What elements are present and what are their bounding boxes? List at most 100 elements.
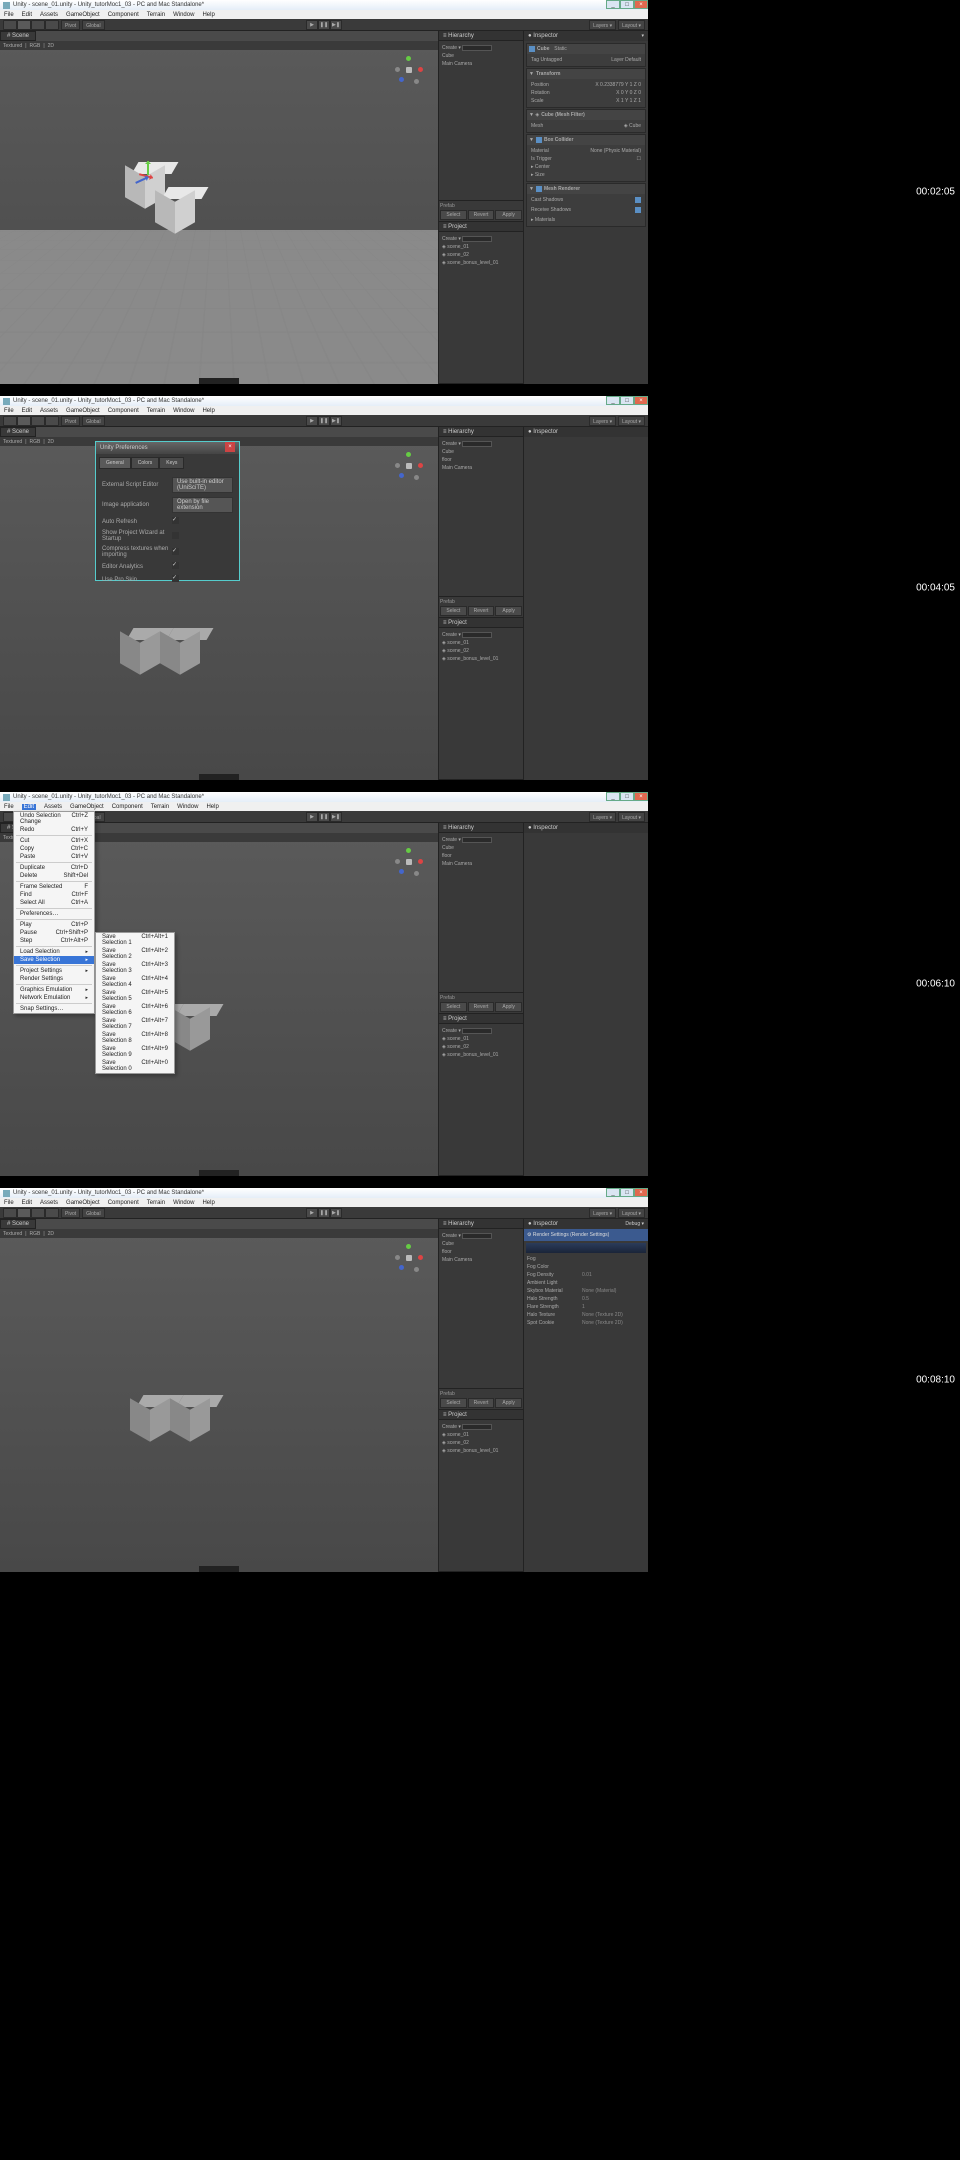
prefs-titlebar[interactable]: Unity Preferences×	[96, 442, 239, 454]
project-item[interactable]: ◈ scene_01	[442, 1035, 520, 1043]
space-toggle[interactable]: Global	[82, 20, 104, 30]
menu-item[interactable]: Network Emulation▸	[14, 994, 94, 1002]
menu-item[interactable]: Render Settings	[14, 975, 94, 983]
space-toggle[interactable]: Global	[82, 1208, 104, 1218]
minimize-button[interactable]: _	[606, 1188, 620, 1197]
menu-window[interactable]: Window	[177, 804, 198, 810]
project-item[interactable]: ◈ scene_bonus_level_01	[442, 1447, 520, 1455]
project-item[interactable]: ◈ scene_02	[442, 251, 520, 259]
minimize-button[interactable]: _	[606, 792, 620, 801]
hand-tool[interactable]	[3, 20, 17, 30]
menu-edit[interactable]: Edit	[22, 804, 36, 810]
render-row[interactable]: Ambient Light	[524, 1279, 648, 1287]
prefab-select-button[interactable]: Select	[440, 606, 467, 616]
render-row[interactable]: Skybox MaterialNone (Material)	[524, 1287, 648, 1295]
render-row[interactable]: Fog Color	[524, 1263, 648, 1271]
menu-terrain[interactable]: Terrain	[147, 1200, 165, 1206]
menu-component[interactable]: Component	[108, 408, 139, 414]
prefs-tab-general[interactable]: General	[99, 457, 131, 469]
scene-cube[interactable]	[130, 1399, 170, 1439]
prefab-apply-button[interactable]: Apply	[495, 210, 522, 220]
menu-item[interactable]: Snap Settings…	[14, 1005, 94, 1013]
project-item[interactable]: ◈ scene_02	[442, 1043, 520, 1051]
scene-cube[interactable]	[170, 1399, 210, 1439]
prefab-revert-button[interactable]: Revert	[468, 1002, 495, 1012]
prefab-revert-button[interactable]: Revert	[468, 1398, 495, 1408]
prefs-checkbox[interactable]	[172, 575, 179, 582]
prefab-select-button[interactable]: Select	[440, 1398, 467, 1408]
close-button[interactable]: ×	[634, 396, 648, 405]
create-dropdown[interactable]: Create ▾	[442, 836, 520, 844]
move-tool[interactable]	[17, 416, 31, 426]
minimize-button[interactable]: _	[606, 0, 620, 9]
menu-help[interactable]: Help	[202, 12, 214, 18]
scene-cube[interactable]	[120, 632, 160, 672]
menu-item[interactable]: Frame SelectedF	[14, 883, 94, 891]
hierarchy-item[interactable]: Main Camera	[442, 60, 520, 68]
menu-item[interactable]: StepCtrl+Alt+P	[14, 937, 94, 945]
hand-tool[interactable]	[3, 416, 17, 426]
prefab-apply-button[interactable]: Apply	[495, 606, 522, 616]
rotate-tool[interactable]	[31, 416, 45, 426]
prefab-select-button[interactable]: Select	[440, 1002, 467, 1012]
hierarchy-search[interactable]	[462, 1233, 492, 1239]
render-row[interactable]: Spot CookieNone (Texture 2D)	[524, 1319, 648, 1327]
meshfilter-header[interactable]: ▼ ◈ Cube (Mesh Filter)	[527, 110, 645, 120]
project-item[interactable]: ◈ scene_01	[442, 243, 520, 251]
project-create[interactable]: Create ▾	[442, 1423, 520, 1431]
render-row[interactable]: Fog Density0.01	[524, 1271, 648, 1279]
prefs-value-button[interactable]: Use built-in editor (UniSciTE)	[172, 477, 233, 493]
prefab-revert-button[interactable]: Revert	[468, 210, 495, 220]
hierarchy-item[interactable]: Cube	[442, 448, 520, 456]
rotate-tool[interactable]	[31, 20, 45, 30]
scene-view[interactable]: # Scene Textured | RGB | 2D	[0, 1219, 438, 1572]
project-search[interactable]	[462, 236, 492, 242]
layout-dropdown[interactable]: Layout ▾	[618, 416, 645, 426]
hand-tool[interactable]	[3, 1208, 17, 1218]
layers-dropdown[interactable]: Layers ▾	[589, 20, 616, 30]
menu-window[interactable]: Window	[173, 1200, 194, 1206]
scene-opt[interactable]: Textured	[3, 1231, 22, 1237]
menu-item[interactable]: DuplicateCtrl+D	[14, 864, 94, 872]
render-row[interactable]: Halo Strength0.5	[524, 1295, 648, 1303]
menu-item[interactable]: RedoCtrl+Y	[14, 826, 94, 834]
scene-opt[interactable]: RGB	[30, 439, 41, 445]
menu-gameobject[interactable]: GameObject	[66, 12, 100, 18]
pause-button[interactable]: ❚❚	[318, 20, 330, 30]
menu-item[interactable]: CopyCtrl+C	[14, 845, 94, 853]
submenu-item[interactable]: Save Selection 4Ctrl+Alt+4	[96, 975, 174, 989]
scene-cube[interactable]	[160, 632, 200, 672]
object-name[interactable]: Cube	[537, 46, 550, 52]
scene-cube[interactable]	[155, 191, 195, 231]
pivot-toggle[interactable]: Pivot	[61, 416, 80, 426]
project-item[interactable]: ◈ scene_01	[442, 639, 520, 647]
project-item[interactable]: ◈ scene_01	[442, 1431, 520, 1439]
step-button[interactable]: ▶❚	[330, 1208, 342, 1218]
scene-opt[interactable]: Textured	[3, 439, 22, 445]
menu-help[interactable]: Help	[202, 1200, 214, 1206]
pause-button[interactable]: ❚❚	[318, 416, 330, 426]
hierarchy-item[interactable]: Main Camera	[442, 860, 520, 868]
hierarchy-item[interactable]: Cube	[442, 1240, 520, 1248]
render-row[interactable]: Halo TextureNone (Texture 2D)	[524, 1311, 648, 1319]
menu-window[interactable]: Window	[173, 408, 194, 414]
project-create[interactable]: Create ▾	[442, 631, 520, 639]
orientation-gizmo[interactable]	[395, 452, 423, 480]
project-item[interactable]: ◈ scene_02	[442, 647, 520, 655]
layout-dropdown[interactable]: Layout ▾	[618, 20, 645, 30]
minimize-button[interactable]: _	[606, 396, 620, 405]
hierarchy-item[interactable]: Main Camera	[442, 1256, 520, 1264]
project-item[interactable]: ◈ scene_bonus_level_01	[442, 1051, 520, 1059]
submenu-item[interactable]: Save Selection 3Ctrl+Alt+3	[96, 961, 174, 975]
menu-component[interactable]: Component	[112, 804, 143, 810]
menu-window[interactable]: Window	[173, 12, 194, 18]
hierarchy-search[interactable]	[462, 441, 492, 447]
layers-dropdown[interactable]: Layers ▾	[589, 812, 616, 822]
prefab-apply-button[interactable]: Apply	[495, 1398, 522, 1408]
orientation-gizmo[interactable]	[395, 56, 423, 84]
menu-component[interactable]: Component	[108, 12, 139, 18]
scene-opt[interactable]: Textured	[3, 43, 22, 49]
play-button[interactable]: ▶	[306, 416, 318, 426]
menu-gameobject[interactable]: GameObject	[70, 804, 104, 810]
submenu-item[interactable]: Save Selection 8Ctrl+Alt+8	[96, 1031, 174, 1045]
